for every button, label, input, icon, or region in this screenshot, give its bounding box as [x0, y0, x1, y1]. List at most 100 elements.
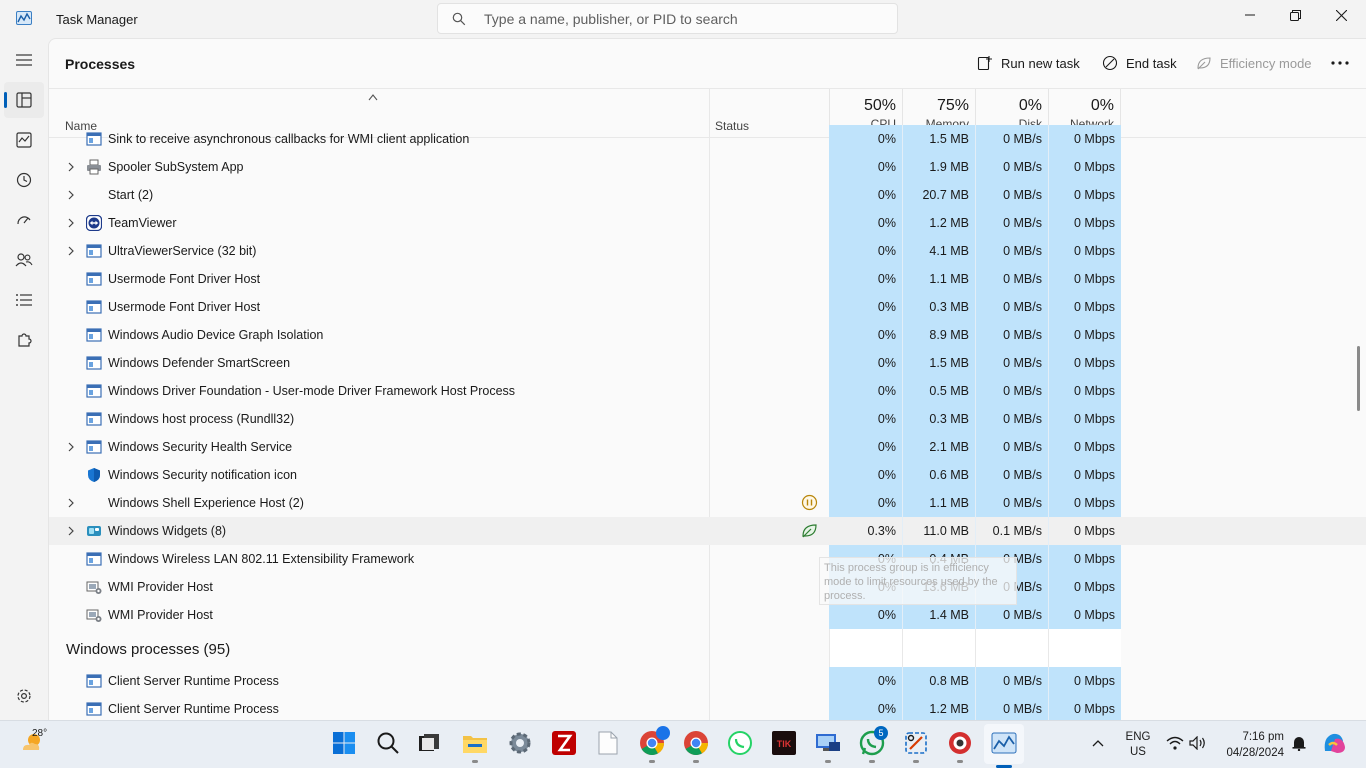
settings-app-button[interactable]	[506, 729, 534, 757]
wifi-button[interactable]	[1164, 729, 1186, 757]
cell-disk: 0 MB/s	[975, 125, 1048, 153]
cell-cpu: 0.3%	[829, 517, 902, 545]
process-row[interactable]: Start (2) 0% 20.7 MB 0 MB/s 0 Mbps	[49, 181, 1366, 209]
clock-date: 04/28/2024	[1226, 747, 1284, 759]
run-new-task-label: Run new task	[1001, 55, 1080, 71]
close-button[interactable]	[1318, 0, 1364, 30]
clock-time: 7:16 pm	[1242, 731, 1284, 743]
task-view-button[interactable]	[415, 729, 443, 757]
filezilla-button[interactable]	[550, 729, 578, 757]
process-row[interactable]: Windows Wireless LAN 802.11 Extensibilit…	[49, 545, 1366, 573]
search-icon	[452, 12, 466, 26]
cell-disk: 0 MB/s	[975, 667, 1048, 695]
taskbar-search-button[interactable]	[374, 729, 402, 757]
end-task-button[interactable]: End task	[1102, 51, 1177, 75]
task-manager-taskbar-button[interactable]	[990, 729, 1018, 757]
efficiency-mode-button[interactable]: Efficiency mode	[1196, 51, 1312, 75]
process-row[interactable]: Windows Security Health Service 0% 2.1 MB 0…	[49, 433, 1366, 461]
process-row[interactable]: Windows Widgets (8) 0.3% 11.0 MB 0.1 MB/s 0 …	[49, 517, 1366, 545]
process-row[interactable]: Windows Shell Experience Host (2) 0% 1.1 M…	[49, 489, 1366, 517]
clock[interactable]: 7:16 pm 04/28/2024	[1208, 729, 1284, 761]
run-new-task-button[interactable]: Run new task	[977, 51, 1080, 75]
notepad-button[interactable]	[594, 729, 622, 757]
copilot-button[interactable]	[1320, 729, 1348, 757]
process-row[interactable]: UltraViewerService (32 bit) 0% 4.1 MB 0 MB/…	[49, 237, 1366, 265]
processes-panel: Processes Run new task End task Efficien…	[48, 38, 1366, 720]
nav-details[interactable]	[4, 282, 44, 318]
restore-button[interactable]	[1272, 0, 1318, 30]
cell-network: 0 Mbps	[1048, 293, 1121, 321]
process-row[interactable]: Windows Security notification icon 0% 0.6 …	[49, 461, 1366, 489]
nav-performance[interactable]	[4, 122, 44, 158]
nav-app-history[interactable]	[4, 162, 44, 198]
whatsapp-web-button[interactable]	[726, 729, 754, 757]
startup-speedometer-icon	[17, 216, 31, 225]
process-row[interactable]: Client Server Runtime Process 0% 0.8 MB 0 M…	[49, 667, 1366, 695]
disk-total: 0%	[1018, 97, 1042, 114]
cell-memory: 1.1 MB	[902, 489, 975, 517]
process-row[interactable]: WMI Provider Host0%13.6 MB0 MB/s0 Mbps	[49, 573, 1366, 601]
process-row[interactable]: TeamViewer 0% 1.2 MB 0 MB/s 0 Mbps	[49, 209, 1366, 237]
hamburger-menu-button[interactable]	[4, 42, 44, 78]
more-options-button[interactable]	[1329, 51, 1351, 75]
chevron-right-icon[interactable]	[67, 218, 75, 228]
nav-users[interactable]	[4, 242, 44, 278]
chevron-right-icon[interactable]	[67, 190, 75, 200]
task-view-icon	[419, 734, 439, 751]
notification-button[interactable]	[1288, 729, 1310, 757]
scrollbar-thumb[interactable]	[1357, 346, 1360, 411]
minimize-button[interactable]	[1227, 0, 1273, 30]
cell-network: 0 Mbps	[1048, 545, 1121, 573]
process-row[interactable]: Spooler SubSystem App 0% 1.9 MB 0 MB/s 0 Mbp…	[49, 153, 1366, 181]
cell-cpu: 0%	[829, 433, 902, 461]
nav-processes[interactable]	[4, 82, 44, 118]
window-icon	[86, 674, 102, 688]
process-row[interactable]: WMI Provider Host 0% 1.4 MB 0 MB/s 0 Mbps	[49, 601, 1366, 629]
chevron-right-icon[interactable]	[67, 246, 75, 256]
process-row[interactable]: Windows Audio Device Graph Isolation 0% 8.…	[49, 321, 1366, 349]
minimize-icon	[1245, 14, 1255, 16]
cell-disk: 0 MB/s	[975, 153, 1048, 181]
search-box[interactable]	[437, 3, 898, 34]
language-indicator[interactable]: ENG US	[1120, 730, 1156, 760]
cell-cpu: 0%	[829, 209, 902, 237]
process-row[interactable]: Usermode Font Driver Host 0% 0.3 MB 0 MB/s 0…	[49, 293, 1366, 321]
show-hidden-icons-button[interactable]	[1086, 729, 1110, 757]
chevron-right-icon[interactable]	[67, 442, 75, 452]
chevron-right-icon[interactable]	[67, 498, 75, 508]
process-row[interactable]: Windows host process (Rundll32) 0% 0.3 MB 0…	[49, 405, 1366, 433]
cell-cpu: 0%	[829, 695, 902, 720]
folder-icon	[463, 736, 487, 753]
group-header-windows-processes[interactable]: Windows processes (95)	[49, 629, 1366, 667]
cell-cpu: 0%	[829, 377, 902, 405]
process-row[interactable]: Sink to receive asynchronous callbacks f…	[49, 125, 1366, 153]
remote-desktop-button[interactable]	[814, 729, 842, 757]
process-row[interactable]: Windows Defender SmartScreen 0% 1.5 MB 0 MB…	[49, 349, 1366, 377]
start-button[interactable]	[330, 729, 358, 757]
file-explorer-button[interactable]	[461, 729, 489, 757]
weather-temperature[interactable]: 28°	[32, 728, 47, 739]
process-name: Windows Widgets (8)	[108, 524, 227, 538]
chevron-right-icon[interactable]	[67, 162, 75, 172]
chevron-right-icon[interactable]	[67, 526, 75, 536]
window-title: Task Manager	[56, 12, 138, 27]
running-indicator	[472, 760, 478, 763]
cell-cpu: 0%	[829, 181, 902, 209]
nav-services[interactable]	[4, 322, 44, 358]
snipping-tool-button[interactable]	[902, 729, 930, 757]
game-app-button[interactable]: TIK	[770, 729, 798, 757]
cell-network: 0 Mbps	[1048, 321, 1121, 349]
cell-disk: 0 MB/s	[975, 377, 1048, 405]
process-row[interactable]: Usermode Font Driver Host 0% 1.1 MB 0 MB/s 0…	[49, 265, 1366, 293]
search-input[interactable]	[484, 10, 884, 28]
nav-startup-apps[interactable]	[4, 202, 44, 238]
running-indicator	[825, 760, 831, 763]
process-row[interactable]: Client Server Runtime Process 0% 1.2 MB 0 M…	[49, 695, 1366, 720]
vpn-app-button[interactable]	[946, 729, 974, 757]
search-icon	[377, 732, 399, 754]
volume-button[interactable]	[1187, 729, 1209, 757]
nav-settings[interactable]	[4, 678, 44, 714]
chrome-button[interactable]	[682, 729, 710, 757]
process-row[interactable]: Windows Driver Foundation - User-mode Dr…	[49, 377, 1366, 405]
cell-cpu: 0%	[829, 601, 902, 629]
